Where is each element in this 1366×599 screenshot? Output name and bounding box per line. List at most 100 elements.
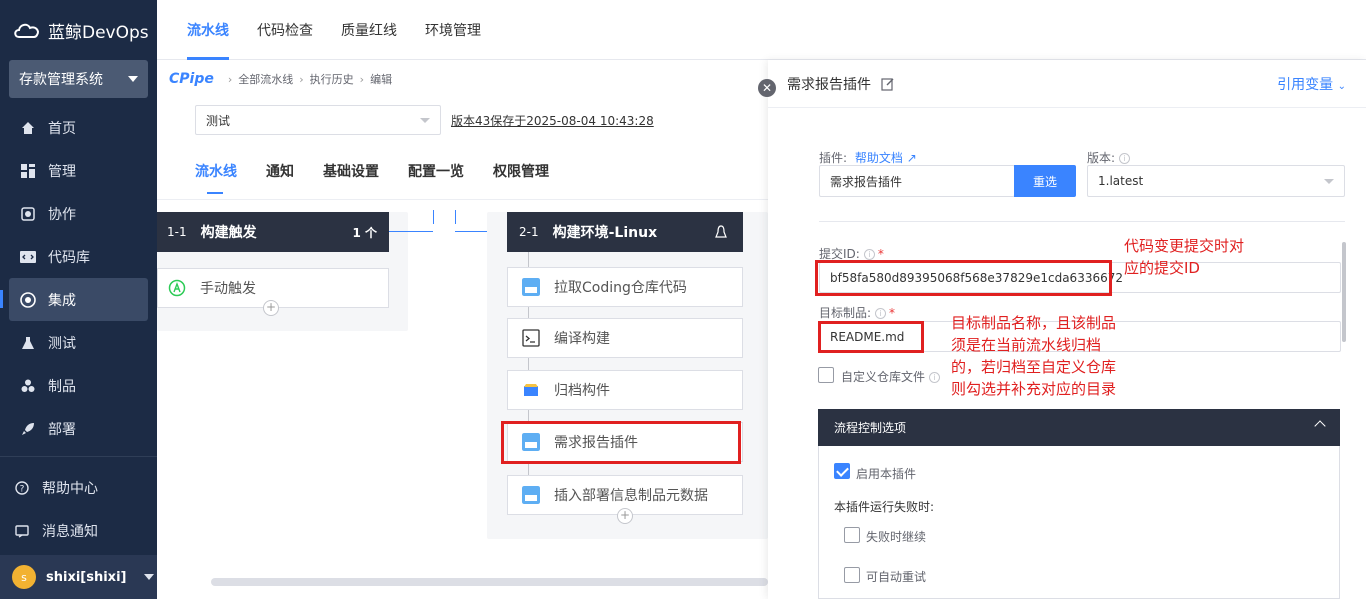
version-label-text: 版本: bbox=[1087, 151, 1116, 165]
atom-pull-coding-repo[interactable]: 拉取Coding仓库代码 bbox=[507, 267, 743, 307]
highlight-box-target-artifact bbox=[818, 321, 924, 353]
pipeline-select-value: 测试 bbox=[206, 113, 231, 128]
commit-id-label-text: 提交ID: bbox=[819, 247, 860, 261]
version-select[interactable]: 1.latest bbox=[1087, 165, 1345, 197]
atom-compile-build[interactable]: 编译构建 bbox=[507, 318, 743, 358]
version-label: 版本: i bbox=[1087, 149, 1131, 166]
edit-icon[interactable] bbox=[881, 77, 895, 91]
stage-1-title: 构建触发 bbox=[200, 225, 257, 241]
target-artifact-label-text: 目标制品: bbox=[819, 306, 872, 320]
subtab-basic-settings[interactable]: 基础设置 bbox=[323, 142, 379, 200]
chevron-down-icon bbox=[128, 76, 138, 82]
custom-repo-checkbox[interactable] bbox=[818, 367, 834, 383]
help-center-link[interactable]: ? 帮助中心 bbox=[0, 466, 157, 509]
panel-scrollbar[interactable] bbox=[1342, 242, 1346, 342]
pipeline-select[interactable]: 测试 bbox=[195, 105, 441, 135]
reselect-button[interactable]: 重选 bbox=[1014, 165, 1076, 197]
cloud-logo-icon bbox=[14, 23, 39, 38]
plugin-config-panel: 需求报告插件 引用变量 ⌄ 插件: 帮助文档 ↗ 需求报告插件 重选 版本: i … bbox=[768, 60, 1366, 599]
sidebar-item-artifact[interactable]: 制品 bbox=[0, 364, 157, 407]
help-center-label: 帮助中心 bbox=[42, 480, 98, 497]
stage-1-header[interactable]: 1-1 构建触发 1 个 bbox=[157, 212, 389, 252]
project-selector[interactable]: 存款管理系统 bbox=[9, 60, 148, 98]
highlight-box-requirement-atom bbox=[501, 421, 741, 464]
top-nav: 流水线 代码检查 质量红线 环境管理 bbox=[157, 0, 1366, 60]
breadcrumb-edit: 编辑 bbox=[370, 73, 393, 86]
avatar: s bbox=[12, 565, 36, 589]
sidebar-item-home[interactable]: 首页 bbox=[0, 106, 157, 149]
breadcrumb-all-pipelines[interactable]: 全部流水线 bbox=[238, 71, 293, 87]
tab-environment[interactable]: 环境管理 bbox=[425, 0, 481, 60]
info-icon: i bbox=[1119, 153, 1131, 164]
subtab-config-overview[interactable]: 配置一览 bbox=[408, 142, 464, 200]
panel-title: 需求报告插件 bbox=[787, 76, 871, 93]
flow-control-header[interactable]: 流程控制选项 bbox=[818, 409, 1340, 446]
grid-icon bbox=[20, 163, 36, 179]
user-menu[interactable]: s shixi[shixi] bbox=[0, 555, 157, 599]
pipeline-subtabs: 流水线 通知 基础设置 配置一览 权限管理 bbox=[157, 142, 768, 200]
version-info-link[interactable]: 版本43保存于2025-08-04 10:43:28 bbox=[451, 112, 654, 129]
info-icon: i bbox=[929, 372, 941, 383]
trigger-icon bbox=[168, 279, 186, 297]
annotation-target-artifact: 目标制品名称，且该制品 须是在当前流水线归档 的，若归档至自定义仓库 则勾选并补… bbox=[951, 312, 1116, 400]
brand-logo[interactable]: 蓝鲸DevOps bbox=[0, 0, 157, 60]
pipeline-canvas: 1-1 构建触发 1 个 手动触发 + 2-1 构建环境-Linux 拉取Cod… bbox=[157, 200, 768, 599]
breadcrumb-history[interactable]: 执行历史 bbox=[310, 71, 354, 87]
sidebar-divider bbox=[0, 456, 157, 457]
horizontal-scrollbar[interactable] bbox=[211, 578, 768, 586]
sidebar-item-manage[interactable]: 管理 bbox=[0, 149, 157, 192]
add-atom-button[interactable]: + bbox=[263, 300, 279, 316]
subtab-permissions[interactable]: 权限管理 bbox=[493, 142, 549, 200]
artifact-icon bbox=[20, 378, 36, 394]
cpipe-logo[interactable]: CPipe bbox=[169, 71, 214, 87]
message-center-link[interactable]: 消息通知 bbox=[0, 509, 157, 552]
highlight-box-commit-id bbox=[815, 260, 1112, 296]
connector-line bbox=[389, 231, 433, 232]
atom-label: 手动触发 bbox=[200, 281, 256, 297]
atom-archive-artifact[interactable]: 归档构件 bbox=[507, 370, 743, 410]
integration-icon bbox=[20, 291, 36, 308]
tab-code-check[interactable]: 代码检查 bbox=[257, 0, 313, 60]
user-name: shixi[shixi] bbox=[46, 569, 127, 585]
code-icon bbox=[20, 249, 36, 265]
archive-icon bbox=[524, 384, 538, 396]
chevron-down-icon bbox=[420, 117, 430, 123]
linux-icon bbox=[715, 225, 727, 238]
chevron-down-icon bbox=[144, 574, 155, 580]
auto-retry-checkbox[interactable] bbox=[844, 567, 860, 583]
continue-on-fail-checkbox[interactable] bbox=[844, 527, 860, 543]
sidebar-item-collab[interactable]: 协作 bbox=[0, 192, 157, 235]
custom-repo-label: 自定义仓库文件 i bbox=[841, 368, 941, 385]
subtab-notify[interactable]: 通知 bbox=[266, 142, 294, 200]
on-fail-label: 本插件运行失败时: bbox=[834, 500, 935, 514]
add-atom-button[interactable]: + bbox=[617, 508, 633, 524]
enable-plugin-checkbox[interactable] bbox=[834, 463, 850, 479]
tab-quality-gate[interactable]: 质量红线 bbox=[341, 0, 397, 60]
sidebar-item-deploy[interactable]: 部署 bbox=[0, 407, 157, 450]
breadcrumb-separator: › bbox=[299, 72, 304, 86]
connector-line bbox=[455, 210, 456, 224]
help-doc-link[interactable]: 帮助文档 ↗ bbox=[855, 151, 917, 165]
info-icon: i bbox=[875, 308, 887, 319]
home-icon bbox=[20, 120, 36, 136]
reference-variable-link[interactable]: 引用变量 ⌄ bbox=[1277, 74, 1346, 94]
subtab-pipeline[interactable]: 流水线 bbox=[195, 142, 237, 200]
plugin-input: 需求报告插件 bbox=[819, 165, 1015, 197]
annotation-commit-id: 代码变更提交时对 应的提交ID bbox=[1124, 235, 1244, 279]
enable-plugin-label: 启用本插件 bbox=[856, 467, 917, 481]
sidebar-item-integration[interactable]: 集成 bbox=[0, 278, 148, 321]
plugin-icon bbox=[522, 278, 540, 296]
sidebar-item-test[interactable]: 测试 bbox=[0, 321, 157, 364]
sidebar-item-label: 代码库 bbox=[48, 249, 90, 266]
message-icon bbox=[14, 523, 30, 539]
close-icon[interactable]: ✕ bbox=[758, 79, 776, 97]
sidebar-item-code[interactable]: 代码库 bbox=[0, 235, 157, 278]
tab-pipeline[interactable]: 流水线 bbox=[187, 0, 229, 60]
info-icon: i bbox=[863, 249, 875, 260]
annotation-line: 须是在当前流水线归档 bbox=[951, 336, 1102, 354]
stage-2-header[interactable]: 2-1 构建环境-Linux bbox=[507, 212, 743, 252]
sidebar-item-label: 部署 bbox=[48, 421, 76, 438]
brand-name: 蓝鲸DevOps bbox=[48, 22, 149, 43]
atom-label: 编译构建 bbox=[554, 331, 610, 347]
annotation-line: 代码变更提交时对 bbox=[1124, 237, 1245, 255]
